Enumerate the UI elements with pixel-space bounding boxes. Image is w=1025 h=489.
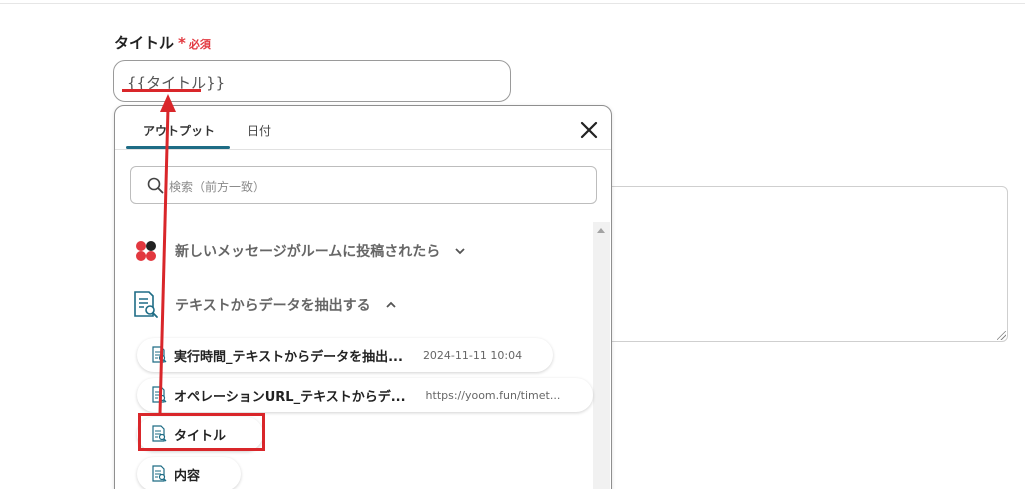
document-search-icon <box>152 346 167 363</box>
close-button[interactable] <box>578 119 600 141</box>
group-label: テキストからデータを抽出する <box>175 298 371 314</box>
item-label: オペレーションURL_テキストからデ... <box>174 389 406 405</box>
output-item-operation-url[interactable]: オペレーションURL_テキストからデ... https://yoom.fun/t… <box>137 378 593 412</box>
scroll-up-arrow-icon[interactable] <box>597 228 605 233</box>
group-extract-text[interactable]: テキストからデータを抽出する <box>131 290 397 320</box>
group-label: 新しいメッセージがルームに投稿されたら <box>175 244 441 260</box>
tab-output[interactable]: アウトプット <box>143 122 215 139</box>
annotation-highlight-box <box>138 413 265 451</box>
document-search-icon <box>152 386 167 403</box>
item-label: 内容 <box>174 468 201 484</box>
title-label-text: タイトル <box>114 34 175 52</box>
document-search-icon <box>134 291 158 318</box>
page: タイトル * 必須 {{タイトル}} アウトプット 日付 検索（前方一致） 新し… <box>0 0 1025 489</box>
annotation-underline <box>122 89 201 92</box>
title-field-label: タイトル * 必須 <box>114 32 211 53</box>
search-input[interactable]: 検索（前方一致） <box>130 166 597 204</box>
top-divider <box>0 0 1025 4</box>
chevron-up-icon <box>385 301 396 308</box>
chevron-down-icon <box>455 248 465 255</box>
resize-handle-icon[interactable] <box>997 331 1006 340</box>
close-icon <box>580 121 598 139</box>
chatwork-icon <box>136 241 156 261</box>
output-item-content[interactable]: 内容 <box>137 457 241 489</box>
required-text: 必須 <box>188 38 211 51</box>
tab-date[interactable]: 日付 <box>247 122 271 139</box>
scrollbar[interactable] <box>593 222 610 489</box>
search-icon <box>147 177 164 194</box>
tab-divider <box>115 149 611 150</box>
item-value: https://yoom.fun/timet... <box>425 388 561 402</box>
item-label: 実行時間_テキストからデータを抽出... <box>174 349 403 365</box>
search-placeholder: 検索（前方一致） <box>169 180 266 194</box>
content-textarea[interactable] <box>588 186 1008 342</box>
required-asterisk: * <box>178 34 186 52</box>
group-new-message[interactable]: 新しいメッセージがルームに投稿されたら <box>131 236 466 266</box>
item-value: 2024-11-11 10:04 <box>422 348 523 362</box>
output-item-execution-time[interactable]: 実行時間_テキストからデータを抽出... 2024-11-11 10:04 <box>137 338 553 372</box>
document-search-icon <box>152 465 167 482</box>
title-input[interactable]: {{タイトル}} <box>113 60 511 102</box>
